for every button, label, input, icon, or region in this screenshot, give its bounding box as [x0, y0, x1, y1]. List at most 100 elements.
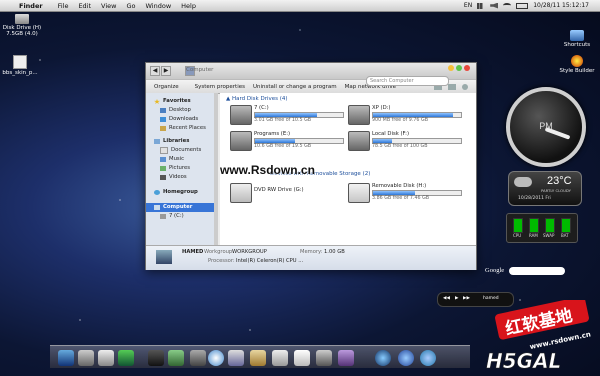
- menu-view[interactable]: View: [101, 2, 116, 10]
- network-icon[interactable]: [477, 2, 486, 9]
- desktop-icon-disk-drive[interactable]: Disk Drive (H) 7.5GB (4.0): [2, 14, 42, 37]
- weather-date: 10/28/2011 Fri: [518, 196, 551, 201]
- input-source-indicator[interactable]: EN: [464, 2, 472, 9]
- sidebar-item-drive-c[interactable]: 7 (C:): [146, 212, 216, 221]
- sidebar-item-music[interactable]: Music: [146, 155, 216, 164]
- battery-icon[interactable]: [516, 2, 529, 9]
- partly-cloudy-icon: [514, 177, 532, 187]
- brand-logo: 红软基地 www.rsdown.cn H5GAL: [486, 300, 592, 373]
- drive-usage-fill: [255, 113, 318, 117]
- weather-widget[interactable]: 23°C PARTLY CLOUDY 10/28/2011 Fri: [508, 171, 582, 206]
- itunes-icon[interactable]: [375, 350, 391, 366]
- computer-icon: [156, 250, 172, 264]
- menu-edit[interactable]: Edit: [78, 2, 91, 10]
- menu-help[interactable]: Help: [181, 2, 196, 10]
- drive-item[interactable]: Removable Disk (H:) 3.86 GB free of 7.46…: [348, 183, 466, 205]
- drive-name: Programs (E:): [254, 131, 291, 137]
- sidebar-scrollbar[interactable]: [214, 93, 218, 245]
- app-icon[interactable]: [338, 350, 354, 366]
- address-bar[interactable]: Computer: [186, 67, 326, 73]
- drive-item[interactable]: XP (D:) 900 MB free of 9.76 GB: [348, 105, 466, 127]
- app-icon[interactable]: [98, 350, 114, 366]
- desktop-icon-bbs-skin[interactable]: bbs_skin_p...: [2, 55, 38, 76]
- app-icon[interactable]: [118, 350, 134, 366]
- desktop-icon-style-builder[interactable]: Style Builder: [558, 55, 596, 74]
- finder-icon[interactable]: [58, 350, 74, 366]
- sidebar-item-desktop[interactable]: Desktop: [146, 106, 216, 115]
- minimize-button[interactable]: [448, 65, 454, 71]
- system-monitor-widget[interactable]: CPU RAM SWAP BAT: [506, 213, 578, 243]
- details-pane: HAMED Workgroup: WORKGROUP Memory: 1.00 …: [146, 245, 476, 270]
- sidebar-item-documents[interactable]: Documents: [146, 146, 216, 155]
- clock-widget[interactable]: PM: [506, 87, 586, 167]
- desktop-icon-label: Shortcuts: [563, 42, 591, 48]
- app-icon[interactable]: [316, 350, 332, 366]
- drive-item[interactable]: 7 (C:) 3.01 GB free of 10.5 GB: [230, 105, 348, 127]
- close-button[interactable]: [464, 65, 470, 71]
- desktop-icon-shortcuts[interactable]: Shortcuts: [560, 30, 594, 48]
- back-button[interactable]: ◀: [150, 66, 160, 76]
- volume-icon[interactable]: [490, 2, 499, 9]
- app-store-icon[interactable]: [398, 350, 414, 366]
- app-icon[interactable]: [420, 350, 436, 366]
- app-icon[interactable]: [148, 350, 164, 366]
- drive-free-space: 3.01 GB free of 10.5 GB: [254, 118, 312, 123]
- swap-meter: [545, 218, 555, 233]
- sidebar-item-label: Recent Places: [169, 125, 206, 131]
- sidebar-item-downloads[interactable]: Downloads: [146, 115, 216, 124]
- sidebar-item-pictures[interactable]: Pictures: [146, 164, 216, 173]
- recent-places-icon: [160, 126, 166, 131]
- google-search-input[interactable]: [509, 267, 565, 275]
- sidebar-item-computer[interactable]: Computer: [146, 203, 216, 212]
- sidebar-item-label: Desktop: [169, 107, 191, 113]
- app-icon[interactable]: [190, 350, 206, 366]
- drive-item[interactable]: Local Disk (F:) 78.5 GB free of 100 GB: [348, 131, 466, 153]
- menu-go[interactable]: Go: [126, 2, 135, 10]
- sidebar-item-libraries[interactable]: Libraries: [146, 137, 216, 146]
- app-icon[interactable]: [168, 350, 184, 366]
- zoom-button[interactable]: [456, 65, 462, 71]
- memory-value: 1.00 GB: [324, 249, 345, 255]
- preview-pane-icon[interactable]: [448, 83, 456, 90]
- forward-button[interactable]: ▶: [161, 66, 171, 76]
- hard-drive-icon: [230, 131, 252, 151]
- hard-drive-icon: [348, 131, 370, 151]
- organize-button[interactable]: Organize: [154, 84, 179, 90]
- sidebar-item-homegroup[interactable]: Homegroup: [146, 188, 216, 197]
- uninstall-program-button[interactable]: Uninstall or change a program: [253, 84, 337, 90]
- hard-drive-icon: [230, 105, 252, 125]
- menu-file[interactable]: File: [58, 2, 69, 10]
- computer-name: HAMED: [182, 249, 204, 255]
- drive-item[interactable]: Programs (E:) 10.6 GB free of 19.5 GB: [230, 131, 348, 153]
- star-icon: [154, 99, 160, 104]
- weather-condition: PARTLY CLOUDY: [541, 188, 571, 193]
- removable-disk-icon: [348, 183, 370, 203]
- desktop-icon-label: bbs_skin_p...: [2, 70, 38, 76]
- safari-icon[interactable]: [208, 350, 224, 366]
- sidebar-item-label: Videos: [169, 174, 187, 180]
- search-input[interactable]: Search Computer: [366, 76, 449, 86]
- section-hard-disk-drives[interactable]: ▲ Hard Disk Drives (4): [226, 96, 476, 104]
- brand-logo-text: H5GAL: [486, 349, 561, 373]
- brand-site-text: www.rsdown.cn: [529, 330, 592, 351]
- sidebar-item-label: 7 (C:): [169, 213, 184, 219]
- sidebar-item-videos[interactable]: Videos: [146, 173, 216, 182]
- sidebar-item-recent-places[interactable]: Recent Places: [146, 124, 216, 133]
- menu-app-name[interactable]: Finder: [19, 2, 43, 10]
- mail-icon[interactable]: [228, 350, 244, 366]
- system-preferences-icon[interactable]: [78, 350, 94, 366]
- battery-meter: [561, 218, 571, 233]
- sidebar-item-favorites[interactable]: Favorites: [146, 97, 216, 106]
- calculator-icon[interactable]: [272, 350, 288, 366]
- desktop-icon: [160, 108, 166, 113]
- menu-window[interactable]: Window: [146, 2, 172, 10]
- drive-item[interactable]: DVD RW Drive (G:): [230, 183, 348, 205]
- system-properties-button[interactable]: System properties: [195, 84, 245, 90]
- drive-free-space: 3.86 GB free of 7.46 GB: [372, 196, 430, 201]
- textedit-icon[interactable]: [294, 350, 310, 366]
- app-icon[interactable]: [250, 350, 266, 366]
- menubar-clock[interactable]: 10/28/11 15:12:17: [533, 2, 589, 9]
- wifi-icon[interactable]: [503, 3, 512, 8]
- image-file-icon: [13, 55, 27, 69]
- help-icon[interactable]: [462, 83, 468, 90]
